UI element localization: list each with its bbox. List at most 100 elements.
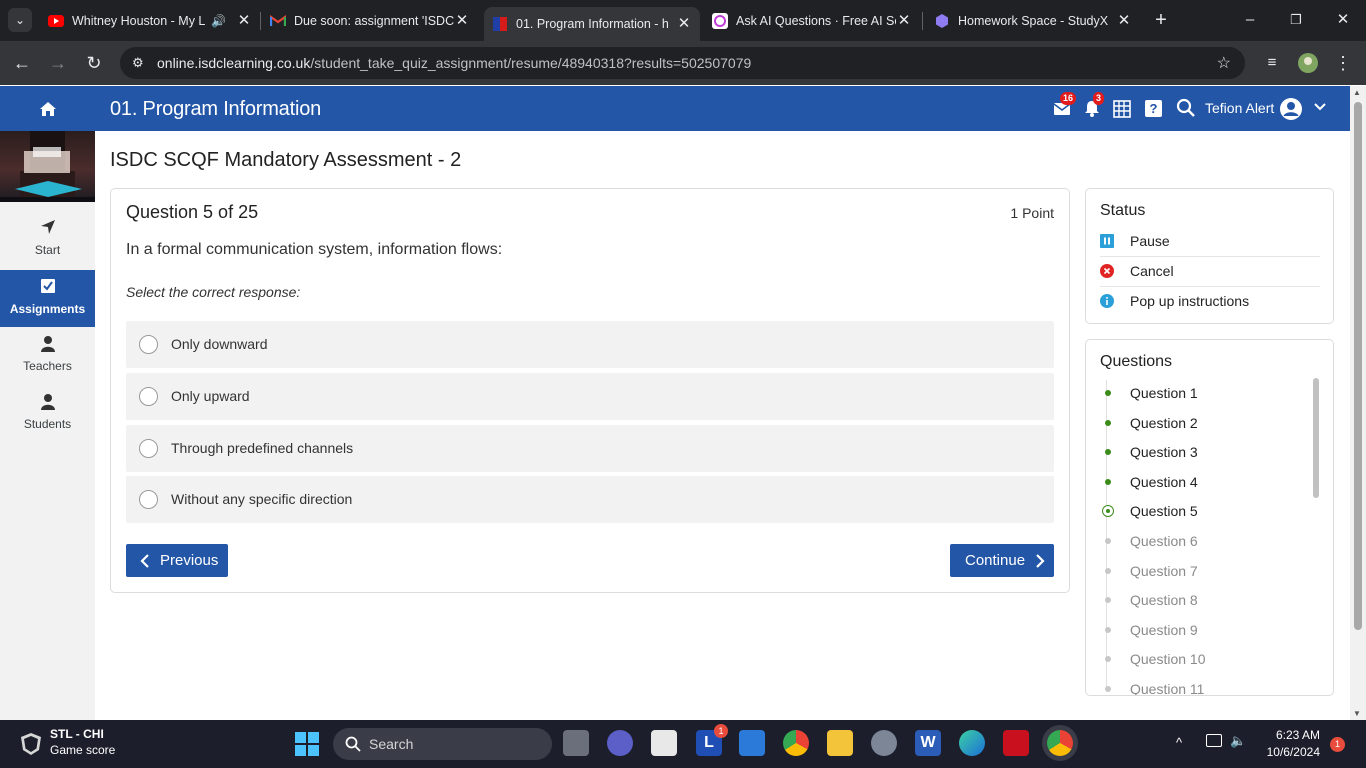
answer-option-3[interactable]: Through predefined channels [126, 425, 1054, 472]
mail-icon[interactable] [739, 730, 765, 756]
continue-button[interactable]: Continue [950, 544, 1054, 577]
question-item-label: Question 4 [1130, 473, 1198, 490]
user-menu-toggle[interactable] [1313, 100, 1335, 122]
bookmark-star-icon[interactable]: ☆ [1217, 53, 1231, 73]
tray-chevron-up-icon[interactable]: ^ [1176, 735, 1182, 750]
questions-title: Questions [1100, 353, 1173, 370]
question-item-11[interactable]: Question 11 [1100, 676, 1320, 695]
question-item-2[interactable]: Question 2 [1100, 410, 1320, 440]
taskbar-widget[interactable]: STL - CHI Game score [50, 727, 115, 757]
notifications-button[interactable]: 3 [1082, 92, 1105, 120]
question-item-10[interactable]: Question 10 [1100, 646, 1320, 676]
back-button[interactable]: ← [10, 51, 34, 75]
profile-avatar[interactable] [1296, 51, 1320, 75]
search-placeholder: Search [369, 736, 414, 752]
task-view-icon[interactable] [563, 730, 589, 756]
help-button[interactable]: ? [1145, 98, 1167, 120]
gmail-icon [270, 13, 286, 29]
hockey-logo-icon[interactable] [20, 732, 42, 756]
user-avatar[interactable] [1279, 97, 1302, 120]
question-item-9[interactable]: Question 9 [1100, 617, 1320, 647]
notification-count-badge[interactable]: 1 [1330, 737, 1345, 752]
widget-subtitle: Game score [50, 743, 116, 757]
file-explorer-icon[interactable] [827, 730, 853, 756]
edge-icon[interactable] [959, 730, 985, 756]
cancel-item[interactable]: Cancel [1100, 257, 1320, 287]
url-path: /student_take_quiz_assignment/resume/489… [310, 55, 752, 71]
sidebar-item-students[interactable]: Students [0, 385, 95, 442]
close-tab-icon[interactable]: ✕ [454, 13, 470, 29]
sidebar-item-start[interactable]: Start [0, 211, 95, 268]
volume-icon[interactable]: 🔈 [1230, 733, 1246, 749]
calendar-button[interactable] [1113, 98, 1135, 120]
question-item-4[interactable]: Question 4 [1100, 469, 1320, 499]
sidebar-item-assignments[interactable]: Assignments [0, 270, 95, 327]
answer-option-4[interactable]: Without any specific direction [126, 476, 1054, 523]
page-scrollbar[interactable]: ▲ ▼ [1350, 86, 1366, 720]
restore-button[interactable]: ❐ [1286, 10, 1306, 30]
network-icon[interactable] [1206, 734, 1222, 747]
chrome-icon[interactable] [783, 730, 809, 756]
taskbar-clock[interactable]: 6:23 AM 10/6/2024 [1258, 728, 1320, 759]
question-item-8[interactable]: Question 8 [1100, 587, 1320, 617]
question-list-scrollbar[interactable] [1313, 378, 1319, 498]
question-number: Question 5 of 25 [126, 202, 259, 222]
tab-program-information[interactable]: 01. Program Information - h ✕ [484, 7, 700, 41]
close-window-button[interactable]: ✕ [1333, 10, 1353, 30]
store-icon[interactable] [651, 730, 677, 756]
tab-search-button[interactable]: ⌄ [8, 8, 32, 32]
app-l-icon[interactable]: L 1 [696, 724, 728, 756]
taskbar-search[interactable]: Search [333, 728, 552, 760]
home-button[interactable] [0, 86, 95, 131]
question-item-3[interactable]: Question 3 [1100, 439, 1320, 469]
scroll-down-arrow-icon[interactable]: ▼ [1353, 709, 1361, 718]
popup-instructions-item[interactable]: Pop up instructions [1100, 287, 1320, 317]
reload-button[interactable]: ↻ [82, 51, 106, 75]
address-bar[interactable]: ⚙ online.isdclearning.co.uk/student_take… [120, 47, 1245, 79]
answer-option-2[interactable]: Only upward [126, 373, 1054, 420]
page-scrollbar-thumb[interactable] [1354, 102, 1362, 630]
tab-ask-ai[interactable]: Ask AI Questions · Free AI Se ✕ [712, 8, 912, 34]
tab-gmail[interactable]: Due soon: assignment 'ISDC ✕ [270, 8, 470, 34]
forward-button[interactable]: → [46, 51, 70, 75]
question-item-6[interactable]: Question 6 [1100, 528, 1320, 558]
meet-icon[interactable] [607, 730, 633, 756]
close-tab-icon[interactable]: ✕ [896, 13, 912, 29]
previous-button[interactable]: Previous [126, 544, 228, 577]
sidebar-item-teachers[interactable]: Teachers [0, 327, 95, 384]
minimize-button[interactable]: – [1240, 10, 1260, 30]
tab-studyx[interactable]: Homework Space - StudyX ✕ [934, 8, 1132, 34]
mcafee-icon[interactable] [1003, 730, 1029, 756]
close-tab-icon[interactable]: ✕ [676, 16, 692, 32]
radio-button[interactable] [139, 439, 158, 458]
messages-button[interactable]: 16 [1052, 92, 1077, 120]
answer-option-1[interactable]: Only downward [126, 321, 1054, 368]
speaker-icon[interactable]: 🔊 [211, 14, 226, 28]
question-item-7[interactable]: Question 7 [1100, 558, 1320, 588]
media-control-icon[interactable]: ≡ [1260, 51, 1284, 75]
chrome-active-icon[interactable] [1047, 730, 1073, 756]
radio-button[interactable] [139, 387, 158, 406]
scroll-up-arrow-icon[interactable]: ▲ [1353, 88, 1361, 97]
radio-button[interactable] [139, 335, 158, 354]
question-item-1[interactable]: Question 1 [1100, 380, 1320, 410]
question-item-5[interactable]: Question 5 [1100, 498, 1320, 528]
word-icon[interactable]: W [915, 730, 941, 756]
app-header: 01. Program Information 16 3 ? Tefion Al… [0, 86, 1350, 131]
user-name[interactable]: Tefion Alert [1205, 100, 1274, 116]
site-info-icon[interactable]: ⚙ [132, 55, 144, 71]
tab-youtube[interactable]: Whitney Houston - My L 🔊 ✕ [48, 8, 252, 34]
widget-title: STL - CHI [50, 727, 104, 741]
question-text: In a formal communication system, inform… [126, 241, 503, 258]
windows-start-icon[interactable] [295, 732, 319, 756]
tab-title: Homework Space - StudyX [958, 14, 1109, 28]
close-tab-icon[interactable]: ✕ [1116, 13, 1132, 29]
pause-item[interactable]: Pause [1100, 227, 1320, 257]
url-text[interactable]: online.isdclearning.co.uk/student_take_q… [157, 55, 751, 71]
close-tab-icon[interactable]: ✕ [236, 13, 252, 29]
radio-button[interactable] [139, 490, 158, 509]
search-button[interactable] [1176, 98, 1198, 120]
menu-kebab-icon[interactable]: ⋮ [1331, 51, 1355, 75]
new-tab-button[interactable]: + [1151, 10, 1171, 30]
settings-icon[interactable] [871, 730, 897, 756]
